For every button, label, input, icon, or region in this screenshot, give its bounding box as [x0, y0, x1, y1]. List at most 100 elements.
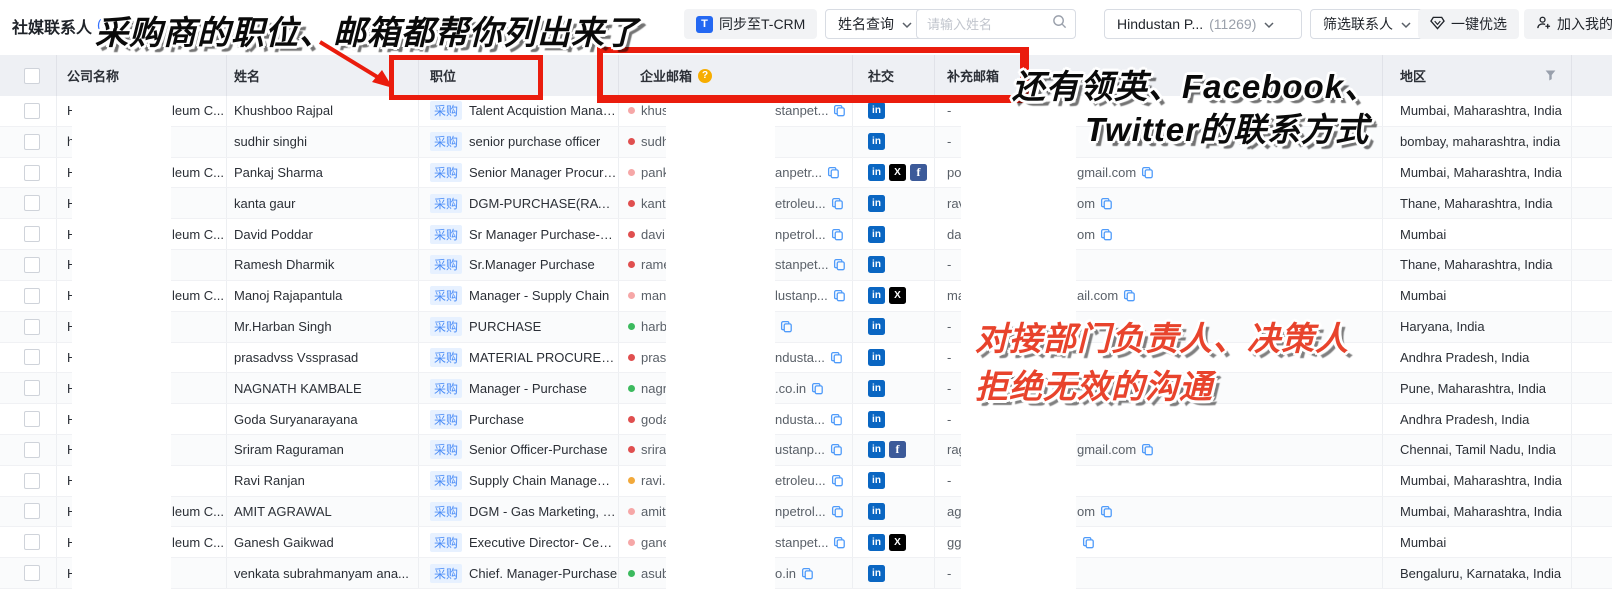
row-checkbox[interactable]: [24, 195, 40, 211]
row-checkbox[interactable]: [24, 134, 40, 150]
linkedin-icon[interactable]: in: [868, 318, 885, 335]
search-icon[interactable]: [1052, 14, 1067, 34]
copy-icon[interactable]: [1082, 536, 1095, 549]
copy-icon[interactable]: [833, 289, 846, 302]
contact-name-cell: David Poddar: [227, 219, 419, 249]
copy-icon[interactable]: [830, 443, 843, 456]
row-checkbox[interactable]: [24, 349, 40, 365]
row-checkbox[interactable]: [24, 319, 40, 335]
facebook-icon[interactable]: f: [910, 164, 927, 181]
select-all-checkbox[interactable]: [24, 68, 40, 84]
table-row: H leum C... Manoj Rajapantula 采购 Manager…: [0, 281, 1612, 312]
row-spacer: [1572, 527, 1612, 557]
extra-email-head: -: [947, 566, 951, 581]
row-checkbox[interactable]: [24, 503, 40, 519]
copy-icon[interactable]: [827, 166, 840, 179]
copy-icon[interactable]: [831, 197, 844, 210]
copy-icon[interactable]: [1123, 289, 1136, 302]
extra-email-head: -: [947, 412, 951, 427]
email-status-dot: [628, 107, 635, 114]
one-click-optimize-button[interactable]: 一键优选: [1418, 9, 1519, 39]
copy-icon[interactable]: [830, 413, 843, 426]
extra-email-head: -: [947, 473, 951, 488]
facebook-icon[interactable]: f: [889, 441, 906, 458]
copy-icon[interactable]: [1100, 197, 1113, 210]
region: Thane, Maharashtra, India: [1400, 196, 1552, 211]
copy-icon[interactable]: [833, 104, 846, 117]
chevron-down-icon: [1264, 16, 1274, 32]
social-cell: in: [853, 497, 935, 527]
filter-contacts-dropdown[interactable]: 筛选联系人: [1310, 9, 1424, 39]
email-censor-block: [666, 96, 775, 589]
linkedin-icon[interactable]: in: [868, 411, 885, 428]
email-tail: stanpet...: [775, 103, 828, 118]
row-checkbox[interactable]: [24, 565, 40, 581]
filter-funnel-icon[interactable]: [1544, 68, 1557, 85]
copy-icon[interactable]: [833, 536, 846, 549]
linkedin-icon[interactable]: in: [868, 164, 885, 181]
row-checkbox[interactable]: [24, 534, 40, 550]
x-icon[interactable]: X: [889, 287, 906, 304]
x-icon[interactable]: X: [889, 534, 906, 551]
add-to-my-contacts-button[interactable]: 加入我的联系人: [1524, 9, 1612, 39]
region: Mumbai: [1400, 535, 1446, 550]
job-title: Supply Chain Manageme...: [469, 473, 618, 488]
name-search-input[interactable]: [925, 16, 1052, 33]
linkedin-icon[interactable]: in: [868, 441, 885, 458]
checkbox-cell: [0, 373, 57, 403]
row-checkbox[interactable]: [24, 473, 40, 489]
table-row: H venkata subrahmanyam ana... 采购 Chief. …: [0, 558, 1612, 589]
linkedin-icon[interactable]: in: [868, 287, 885, 304]
contact-name: Sriram Raguraman: [234, 442, 344, 457]
copy-icon[interactable]: [1100, 228, 1113, 241]
social-cell: in: [853, 312, 935, 342]
linkedin-icon[interactable]: in: [868, 349, 885, 366]
contact-name-cell: NAGNATH KAMBALE: [227, 373, 419, 403]
row-spacer: [1572, 219, 1612, 249]
email-tail-wrap: [775, 312, 793, 342]
linkedin-icon[interactable]: in: [868, 534, 885, 551]
linkedin-icon[interactable]: in: [868, 380, 885, 397]
job-title-cell: 采购 Chief. Manager-Purchase: [419, 558, 619, 588]
row-checkbox[interactable]: [24, 442, 40, 458]
contact-name-cell: sudhir singhi: [227, 127, 419, 157]
sync-to-tcrm-button[interactable]: T 同步至T-CRM: [684, 9, 817, 39]
region-cell: Mumbai, Maharashtra, India: [1383, 158, 1572, 188]
copy-icon[interactable]: [831, 474, 844, 487]
row-checkbox[interactable]: [24, 411, 40, 427]
row-checkbox[interactable]: [24, 226, 40, 242]
copy-icon[interactable]: [780, 320, 793, 333]
copy-icon[interactable]: [1100, 505, 1113, 518]
copy-icon[interactable]: [831, 228, 844, 241]
row-checkbox[interactable]: [24, 257, 40, 273]
row-checkbox[interactable]: [24, 103, 40, 119]
copy-icon[interactable]: [1141, 443, 1154, 456]
linkedin-icon[interactable]: in: [868, 472, 885, 489]
linkedin-icon[interactable]: in: [868, 133, 885, 150]
contact-name: AMIT AGRAWAL: [234, 504, 332, 519]
linkedin-icon[interactable]: in: [868, 195, 885, 212]
email-head: asub: [641, 566, 669, 581]
copy-icon[interactable]: [830, 351, 843, 364]
linkedin-icon[interactable]: in: [868, 256, 885, 273]
copy-icon[interactable]: [811, 382, 824, 395]
email-tail-wrap: etroleu...: [775, 466, 844, 496]
name-query-dropdown[interactable]: 姓名查询: [825, 9, 925, 39]
linkedin-icon[interactable]: in: [868, 226, 885, 243]
row-checkbox[interactable]: [24, 165, 40, 181]
region: Chennai, Tamil Nadu, India: [1400, 442, 1556, 457]
x-icon[interactable]: X: [889, 164, 906, 181]
linkedin-icon[interactable]: in: [868, 102, 885, 119]
company-select[interactable]: Hindustan P... (11269): [1104, 9, 1302, 39]
row-checkbox[interactable]: [24, 288, 40, 304]
region-cell: Mumbai: [1383, 281, 1572, 311]
email-status-dot: [628, 169, 635, 176]
copy-icon[interactable]: [833, 258, 846, 271]
linkedin-icon[interactable]: in: [868, 565, 885, 582]
linkedin-icon[interactable]: in: [868, 503, 885, 520]
copy-icon[interactable]: [1141, 166, 1154, 179]
copy-icon[interactable]: [831, 505, 844, 518]
copy-icon[interactable]: [801, 567, 814, 580]
row-checkbox[interactable]: [24, 380, 40, 396]
region: Andhra Pradesh, India: [1400, 412, 1529, 427]
